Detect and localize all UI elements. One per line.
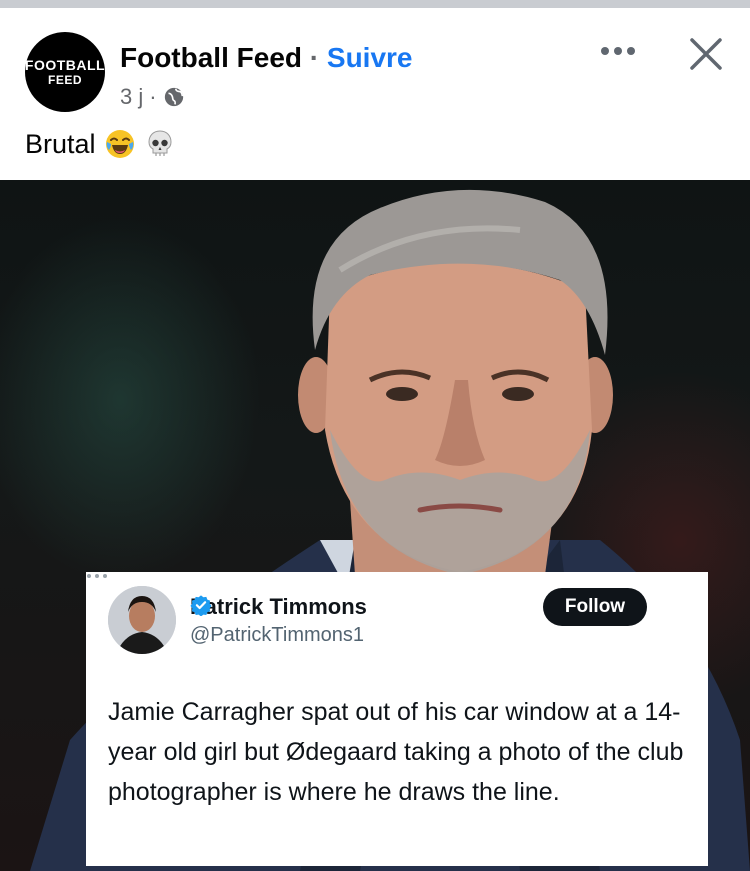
close-icon[interactable]	[688, 36, 724, 72]
follow-link[interactable]: Suivre	[327, 42, 413, 73]
title-separator: ·	[309, 42, 320, 73]
post-meta: 3 j ·	[120, 84, 185, 110]
tweet-author-name[interactable]: Patrick Timmons	[190, 594, 367, 620]
more-options-icon[interactable]	[600, 44, 636, 58]
avatar-logo-line1: FOOTBALL	[24, 57, 106, 73]
tweet-author-avatar[interactable]	[108, 586, 176, 654]
page-avatar[interactable]: FOOTBALL FEED	[25, 32, 105, 112]
post-image[interactable]: Patrick Timmons @PatrickTimmons1 Follow …	[0, 180, 750, 871]
author-name-text: Patrick Timmons	[190, 594, 367, 619]
page-name[interactable]: Football Feed	[120, 42, 302, 73]
more-options-icon[interactable]	[86, 572, 108, 580]
top-divider	[0, 0, 750, 8]
skull-emoji-icon	[148, 130, 172, 156]
avatar-logo-line2: FEED	[47, 73, 82, 87]
post-header-title: Football Feed · Suivre	[120, 42, 413, 74]
laughing-emoji-icon	[105, 130, 134, 158]
globe-icon	[164, 87, 183, 107]
post-caption: Brutal	[25, 128, 176, 160]
post-time[interactable]: 3 j	[120, 84, 143, 110]
tweet-follow-button[interactable]: Follow	[543, 588, 647, 626]
tweet-text: Jamie Carragher spat out of his car wind…	[108, 698, 684, 806]
avatar-portrait	[108, 586, 176, 654]
embedded-tweet-card[interactable]: Patrick Timmons @PatrickTimmons1 Follow …	[86, 572, 708, 866]
caption-text: Brutal	[25, 128, 96, 159]
tweet-author-handle[interactable]: @PatrickTimmons1	[190, 624, 364, 647]
verified-badge-icon	[190, 595, 212, 616]
meta-separator: ·	[149, 84, 157, 109]
